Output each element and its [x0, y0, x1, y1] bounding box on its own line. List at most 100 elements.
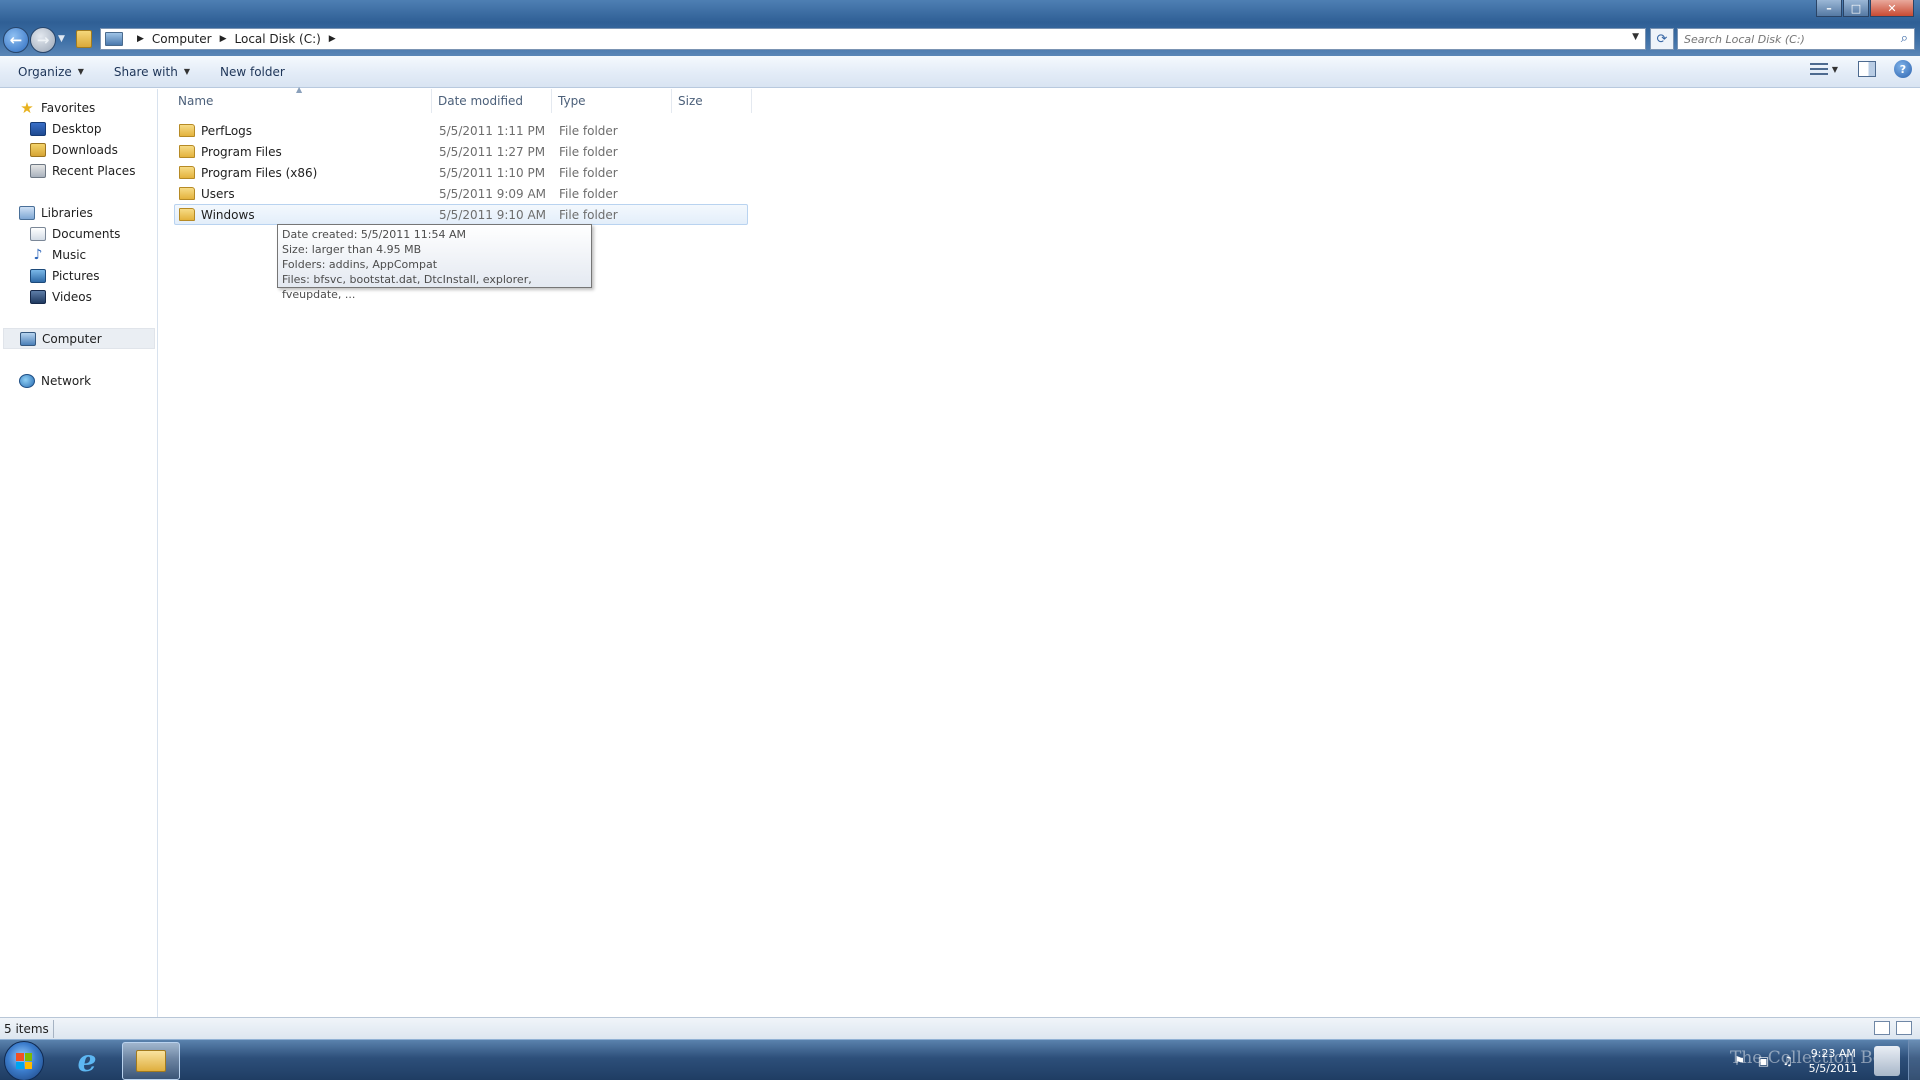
- chevron-down-icon: ▼: [77, 67, 84, 76]
- column-header-row: ▲ Name Date modified Type Size: [176, 85, 752, 113]
- nav-documents[interactable]: Documents: [30, 224, 120, 244]
- address-dropdown-icon[interactable]: ▼: [1632, 32, 1639, 42]
- back-button[interactable]: ←: [3, 27, 29, 53]
- nav-downloads[interactable]: Downloads: [30, 140, 118, 160]
- file-row[interactable]: PerfLogs 5/5/2011 1:11 PM File folder: [174, 120, 748, 141]
- videos-icon: [30, 290, 46, 304]
- column-header-name-label: Name: [178, 94, 214, 108]
- status-view-buttons: [1868, 1021, 1912, 1035]
- navigation-pane: ★ Favorites Desktop Downloads Recent Pla…: [0, 89, 158, 1017]
- pictures-icon: [30, 269, 46, 283]
- maximize-button[interactable]: □: [1843, 0, 1869, 17]
- forward-arrow-icon: →: [36, 31, 50, 49]
- file-row[interactable]: Windows 5/5/2011 9:10 AM File folder: [174, 204, 748, 225]
- file-type: File folder: [559, 165, 618, 180]
- status-bar: 5 items: [0, 1017, 1920, 1039]
- nav-recent-places[interactable]: Recent Places: [30, 161, 135, 181]
- file-row[interactable]: Users 5/5/2011 9:09 AM File folder: [174, 183, 748, 204]
- tooltip-size: Size: larger than 4.95 MB: [282, 243, 422, 256]
- nav-network[interactable]: Network: [19, 371, 91, 391]
- volume-icon[interactable]: ♫: [1781, 1054, 1795, 1068]
- system-clock[interactable]: 9:23 AM 5/5/2011: [1809, 1046, 1858, 1076]
- nav-pictures[interactable]: Pictures: [30, 266, 100, 286]
- internet-explorer-icon[interactable]: e: [70, 1044, 104, 1079]
- view-options-dropdown[interactable]: ▼: [1832, 65, 1838, 74]
- column-header-name[interactable]: ▲ Name: [176, 85, 432, 113]
- column-header-size-label: Size: [678, 94, 703, 108]
- organize-menu[interactable]: Organize ▼: [18, 65, 84, 79]
- action-center-flag-icon[interactable]: ⚑: [1733, 1054, 1747, 1068]
- folder-icon: [179, 124, 195, 137]
- file-type: File folder: [559, 144, 618, 159]
- recent-pages-dropdown[interactable]: ▼: [58, 34, 65, 44]
- nav-downloads-label: Downloads: [52, 143, 118, 157]
- breadcrumb: ▶ Computer ▶ Local Disk (C:) ▶: [129, 32, 344, 46]
- nav-computer[interactable]: Computer: [3, 328, 155, 349]
- organize-label: Organize: [18, 64, 72, 79]
- window-titlebar: – □ ✕ ← → ▼ ▶ Computer ▶ Local Disk (C:)…: [0, 0, 1920, 56]
- show-desktop-button[interactable]: [1908, 1040, 1920, 1080]
- forward-button[interactable]: →: [30, 27, 56, 53]
- file-date: 5/5/2011 1:10 PM: [439, 165, 546, 180]
- network-tray-icon[interactable]: ▣: [1757, 1054, 1771, 1068]
- folder-icon: [179, 145, 195, 158]
- file-date: 5/5/2011 1:27 PM: [439, 144, 546, 159]
- breadcrumb-local-disk[interactable]: Local Disk (C:): [235, 32, 321, 46]
- file-row[interactable]: Program Files (x86) 5/5/2011 1:10 PM Fil…: [174, 162, 748, 183]
- file-type: File folder: [559, 207, 618, 222]
- close-button[interactable]: ✕: [1870, 0, 1914, 17]
- nav-favorites-label: Favorites: [41, 101, 96, 115]
- computer-icon: [20, 331, 36, 346]
- folder-up-icon[interactable]: [76, 30, 92, 48]
- nav-videos[interactable]: Videos: [30, 287, 92, 307]
- nav-network-label: Network: [41, 374, 92, 388]
- large-icons-view-icon[interactable]: [1896, 1021, 1912, 1035]
- file-name: Windows: [201, 207, 255, 222]
- column-header-size[interactable]: Size: [672, 89, 752, 113]
- nav-favorites[interactable]: ★ Favorites: [19, 98, 95, 118]
- share-with-label: Share with: [113, 64, 178, 79]
- libraries-icon: [19, 206, 35, 220]
- file-name: PerfLogs: [201, 123, 253, 138]
- clock-time: 9:23 AM: [1810, 1046, 1856, 1060]
- refresh-button[interactable]: ⟳: [1650, 28, 1674, 50]
- search-input[interactable]: [1684, 32, 1884, 46]
- help-button[interactable]: ?: [1894, 60, 1912, 78]
- chevron-right-icon[interactable]: ▶: [329, 34, 336, 44]
- new-folder-button[interactable]: New folder: [220, 65, 285, 79]
- folder-info-tooltip: Date created: 5/5/2011 11:54 AM Size: la…: [277, 224, 592, 301]
- change-view-icon[interactable]: [1809, 61, 1828, 77]
- folder-icon: [179, 166, 195, 179]
- nav-desktop[interactable]: Desktop: [30, 119, 102, 139]
- preview-pane-button[interactable]: [1858, 61, 1876, 77]
- search-icon[interactable]: ⌕: [1901, 31, 1908, 46]
- share-with-menu[interactable]: Share with ▼: [114, 65, 190, 79]
- search-box[interactable]: ⌕: [1677, 28, 1915, 50]
- taskbar: e The Collection Bo ⚑ ▣ ♫ 9:23 AM 5/5/20…: [0, 1039, 1920, 1080]
- windows-explorer-taskbar-button[interactable]: [122, 1042, 180, 1080]
- file-name: Program Files: [201, 144, 282, 159]
- file-row[interactable]: Program Files 5/5/2011 1:27 PM File fold…: [174, 141, 748, 162]
- column-header-type[interactable]: Type: [552, 89, 672, 113]
- minimize-button[interactable]: –: [1816, 0, 1842, 17]
- tooltip-files: Files: bfsvc, bootstat.dat, DtcInstall, …: [282, 273, 532, 301]
- network-icon: [19, 374, 35, 388]
- breadcrumb-computer[interactable]: Computer: [152, 32, 212, 46]
- start-button[interactable]: [4, 1041, 44, 1080]
- nav-documents-label: Documents: [52, 227, 121, 241]
- chevron-right-icon[interactable]: ▶: [137, 34, 144, 44]
- nav-music[interactable]: ♪ Music: [30, 245, 87, 265]
- star-icon: ★: [20, 99, 34, 117]
- chevron-right-icon[interactable]: ▶: [220, 34, 227, 44]
- recent-places-icon: [30, 164, 46, 178]
- address-bar[interactable]: ▶ Computer ▶ Local Disk (C:) ▶ ▼: [100, 28, 1646, 50]
- nav-music-label: Music: [52, 248, 87, 262]
- chevron-down-icon: ▼: [183, 67, 190, 76]
- nav-desktop-label: Desktop: [52, 122, 102, 136]
- column-header-date-label: Date modified: [438, 94, 524, 108]
- column-header-date[interactable]: Date modified: [432, 89, 552, 113]
- downloads-icon: [30, 143, 46, 157]
- details-view-icon[interactable]: [1874, 1021, 1890, 1035]
- nav-libraries[interactable]: Libraries: [19, 203, 93, 223]
- clock-date: 5/5/2011: [1808, 1061, 1858, 1075]
